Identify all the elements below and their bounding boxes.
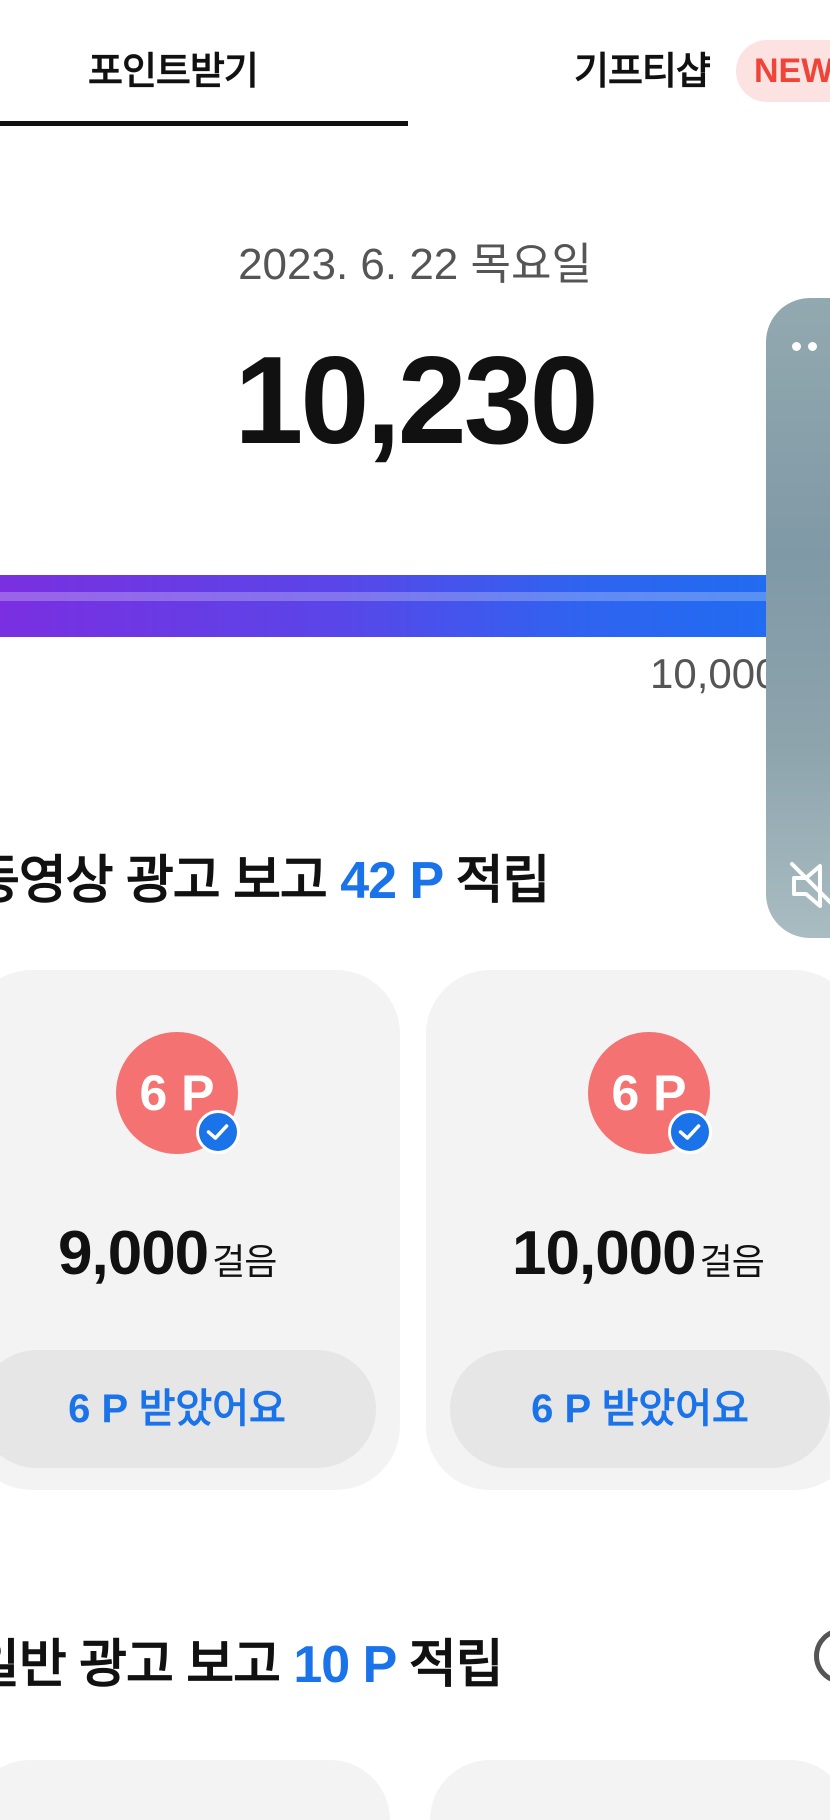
tab-gift-shop[interactable]: 기프티샵 — [574, 40, 711, 95]
section-title-suffix: 적립 — [408, 1636, 504, 1694]
date-label: 2023. 6. 22 목요일 — [238, 240, 592, 289]
tab-points[interactable]: 포인트받기 — [88, 40, 259, 95]
mute-icon[interactable] — [790, 858, 830, 914]
step-unit: 걸음 — [212, 1241, 277, 1282]
section-title-suffix: 적립 — [455, 852, 551, 910]
active-tab-indicator — [0, 121, 408, 126]
points-received-button[interactable]: 6 P 받았어요 — [0, 1350, 376, 1468]
step-progress-bar — [0, 575, 830, 637]
reward-card-peek — [430, 1760, 830, 1820]
points-received-button[interactable]: 6 P 받았어요 — [450, 1350, 830, 1468]
help-icon[interactable] — [814, 1628, 830, 1684]
step-milestone-value: 9,000 — [58, 1219, 209, 1288]
step-count-total: 10,230 — [234, 332, 598, 470]
section-title-points: 10 P — [293, 1636, 396, 1694]
video-ad-section-title: 동영상 광고 보고 42 P 적립 — [0, 838, 551, 913]
new-badge: NEW — [736, 40, 830, 102]
floating-video-panel[interactable] — [766, 298, 830, 938]
reward-card-peek — [0, 1760, 390, 1820]
check-icon — [196, 1110, 240, 1154]
step-unit: 걸음 — [699, 1241, 765, 1282]
step-milestone-value: 10,000 — [512, 1219, 697, 1288]
step-milestone: 10,000 걸음 — [512, 1218, 765, 1289]
general-ad-section-title: 일반 광고 보고 10 P 적립 — [0, 1622, 504, 1697]
step-milestone: 9,000 걸음 — [58, 1218, 277, 1289]
section-title-points: 42 P — [340, 852, 443, 910]
section-title-prefix: 일반 광고 보고 — [0, 1636, 281, 1694]
progress-bar-highlight — [0, 592, 830, 601]
check-icon — [668, 1110, 712, 1154]
goal-label: 10,000 — [650, 650, 779, 697]
section-title-prefix: 동영상 광고 보고 — [0, 852, 328, 910]
